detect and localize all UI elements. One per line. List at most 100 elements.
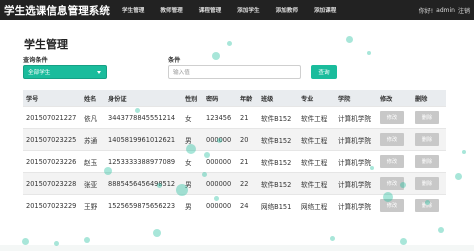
- decorative-dot: [227, 41, 232, 46]
- header-major: 专业: [301, 95, 314, 103]
- header-delete: 删除: [415, 95, 428, 103]
- cell-college: 计算机学院: [338, 180, 371, 189]
- header-college: 学院: [338, 95, 351, 103]
- cell-student-id: 201507023226: [26, 157, 77, 166]
- table-row: 201507023225 苏通 1405819961012621 男 00000…: [23, 128, 446, 150]
- top-navbar: 学生选课信息管理系统 学生管理 教师管理 课程管理 添加学生 添加教师 添加课程…: [0, 0, 474, 20]
- search-button[interactable]: 查询: [311, 65, 337, 79]
- user-area: 你好! admin 注销: [419, 0, 470, 20]
- table-header: 学号 姓名 身份证 性别 密码 年龄 班级 专业 学院 修改 删除: [23, 90, 446, 106]
- header-password: 密码: [206, 95, 219, 103]
- bottom-strip: [0, 245, 474, 251]
- header-edit: 修改: [380, 95, 393, 103]
- decorative-dot: [330, 236, 335, 241]
- cell-class: 软件B152: [261, 180, 292, 189]
- cell-password: 123456: [206, 113, 232, 122]
- cell-gender: 女: [185, 158, 192, 167]
- filter-selected-value: 全部学生: [28, 70, 51, 76]
- cell-class: 网络B151: [261, 202, 292, 211]
- cell-id-card: 1253333388977089: [108, 157, 176, 166]
- page-title: 学生管理: [24, 38, 68, 51]
- cell-name: 王野: [84, 202, 98, 211]
- cell-major: 软件工程: [301, 136, 328, 145]
- decorative-dot: [22, 238, 29, 245]
- table-row: 201507023228 张亚 8885456456498512 男 00000…: [23, 172, 446, 194]
- table-row: 201507023226 赵玉 1253333388977089 女 00000…: [23, 150, 446, 172]
- app-brand[interactable]: 学生选课信息管理系统: [0, 3, 118, 18]
- decorative-dot: [153, 229, 161, 237]
- edit-button[interactable]: 修改: [380, 199, 404, 212]
- edit-button[interactable]: 修改: [380, 177, 404, 190]
- nav-link-add-course[interactable]: 添加课程: [314, 6, 336, 14]
- decorative-dot: [212, 52, 220, 60]
- cell-id-card: 8885456456498512: [108, 179, 176, 188]
- delete-button[interactable]: 删除: [415, 133, 439, 146]
- cell-gender: 女: [185, 114, 192, 123]
- nav-link-teacher-management[interactable]: 教师管理: [160, 6, 182, 14]
- cell-age: 21: [240, 157, 249, 166]
- nav-link-add-teacher[interactable]: 添加教师: [276, 6, 298, 14]
- delete-button[interactable]: 删除: [415, 177, 439, 190]
- decorative-dot: [455, 173, 462, 180]
- filter-label: 查询条件: [23, 57, 48, 64]
- header-student-id: 学号: [26, 95, 39, 103]
- cell-password: 000000: [206, 179, 232, 188]
- cell-password: 000000: [206, 201, 232, 210]
- cell-college: 计算机学院: [338, 136, 371, 145]
- cell-id-card: 1525659875656223: [108, 201, 176, 210]
- cell-password: 000000: [206, 157, 232, 166]
- cell-major: 网络工程: [301, 202, 328, 211]
- delete-button[interactable]: 删除: [415, 111, 439, 124]
- header-id-card: 身份证: [108, 95, 127, 103]
- cell-student-id: 201507023225: [26, 135, 77, 144]
- cell-major: 软件工程: [301, 158, 328, 167]
- header-name: 姓名: [84, 95, 97, 103]
- cell-major: 软件工程: [301, 114, 328, 123]
- delete-button[interactable]: 删除: [415, 199, 439, 212]
- cell-student-id: 201507023228: [26, 179, 77, 188]
- nav-link-course-management[interactable]: 课程管理: [199, 6, 221, 14]
- cell-class: 软件B152: [261, 114, 292, 123]
- decorative-dot: [438, 227, 444, 233]
- search-input[interactable]: 输入值: [168, 65, 301, 79]
- cell-name: 依凡: [84, 114, 98, 123]
- cell-name: 张亚: [84, 180, 98, 189]
- students-table: 学号 姓名 身份证 性别 密码 年龄 班级 专业 学院 修改 删除 201507…: [23, 90, 446, 216]
- header-class: 班级: [261, 95, 274, 103]
- nav-link-student-management[interactable]: 学生管理: [122, 6, 144, 14]
- cell-class: 软件B152: [261, 136, 292, 145]
- cell-gender: 男: [185, 180, 192, 189]
- cell-id-card: 3443778845551214: [108, 113, 176, 122]
- cell-gender: 男: [185, 136, 192, 145]
- decorative-dot: [346, 36, 353, 43]
- cell-class: 软件B152: [261, 158, 292, 167]
- cell-age: 22: [240, 179, 249, 188]
- student-filter-select[interactable]: 全部学生: [23, 65, 107, 79]
- decorative-dot: [462, 150, 466, 154]
- username-link[interactable]: admin: [436, 7, 455, 14]
- cell-college: 计算机学院: [338, 158, 371, 167]
- delete-button[interactable]: 删除: [415, 155, 439, 168]
- cell-college: 计算机学院: [338, 202, 371, 211]
- table-row: 201507023229 王野 1525659875656223 男 00000…: [23, 194, 446, 216]
- condition-label: 条件: [168, 57, 181, 64]
- cell-age: 24: [240, 201, 249, 210]
- greeting-text: 你好!: [418, 7, 434, 15]
- edit-button[interactable]: 修改: [380, 155, 404, 168]
- logout-link[interactable]: 注销: [458, 6, 470, 15]
- cell-password: 000000: [206, 135, 232, 144]
- edit-button[interactable]: 修改: [380, 133, 404, 146]
- edit-button[interactable]: 修改: [380, 111, 404, 124]
- cell-age: 21: [240, 113, 249, 122]
- nav-link-add-student[interactable]: 添加学生: [237, 6, 259, 14]
- header-gender: 性别: [185, 95, 198, 103]
- cell-age: 20: [240, 135, 249, 144]
- table-row: 201507021227 依凡 3443778845551214 女 12345…: [23, 106, 446, 128]
- header-age: 年龄: [240, 95, 253, 103]
- cell-major: 软件工程: [301, 180, 328, 189]
- decorative-dot: [400, 238, 407, 245]
- cell-id-card: 1405819961012621: [108, 135, 176, 144]
- cell-name: 赵玉: [84, 158, 98, 167]
- chevron-down-icon: [97, 71, 101, 74]
- cell-gender: 男: [185, 202, 192, 211]
